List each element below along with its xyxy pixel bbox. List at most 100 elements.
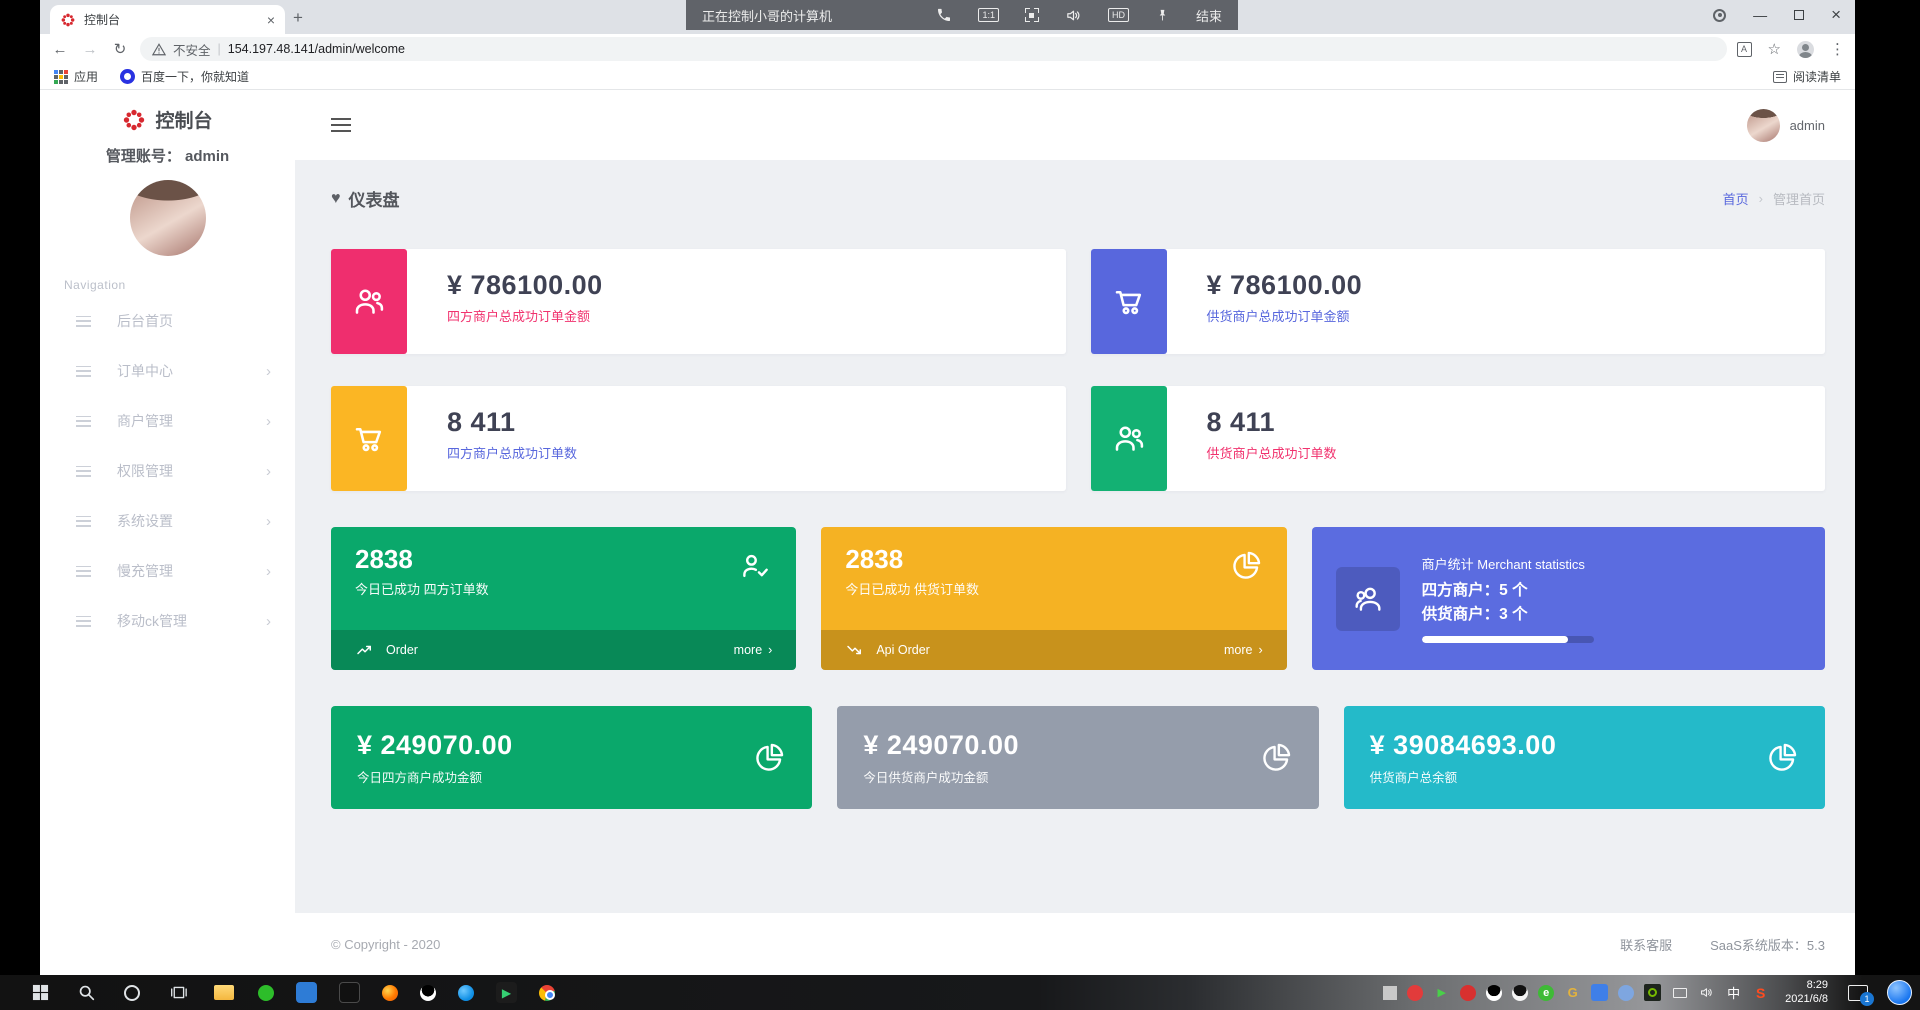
ratio-1to1-icon[interactable]: 1:1 xyxy=(978,8,999,22)
task-view-icon[interactable] xyxy=(166,981,190,1005)
search-icon[interactable] xyxy=(74,981,98,1005)
chevron-right-icon: › xyxy=(768,643,773,657)
chrome-icon[interactable] xyxy=(539,984,555,1001)
stat-label: 四方商户总成功订单数 xyxy=(447,446,578,461)
reload-icon[interactable]: ↻ xyxy=(110,40,130,58)
player-icon[interactable]: ▶ xyxy=(496,982,517,1003)
speaker-icon[interactable] xyxy=(1065,7,1082,24)
tencent-video-icon[interactable] xyxy=(458,984,474,1001)
navbar-user[interactable]: admin xyxy=(1746,108,1825,142)
terminal-icon[interactable] xyxy=(339,982,360,1003)
sidebar-item-orders[interactable]: 订单中心 › xyxy=(40,346,295,396)
order-label: 今日已成功 四方订单数 xyxy=(355,582,489,597)
sidebar-item-permissions[interactable]: 权限管理 › xyxy=(40,446,295,496)
taskbar-clock[interactable]: 8:29 2021/6/8 xyxy=(1785,979,1828,1007)
order-label: 今日已成功 供货订单数 xyxy=(845,582,979,597)
window-minimize-button[interactable]: — xyxy=(1753,7,1767,23)
translate-icon[interactable]: A xyxy=(1736,41,1752,57)
forward-icon[interactable]: → xyxy=(80,41,100,58)
sogou-input-icon[interactable]: S xyxy=(1752,984,1769,1001)
browser-menu-icon[interactable]: ⋮ xyxy=(1830,40,1845,58)
sidebar-item-slow-recharge[interactable]: 慢充管理 › xyxy=(40,546,295,596)
clock-date: 2021/6/8 xyxy=(1785,992,1828,1005)
more-link[interactable]: more › xyxy=(734,643,773,657)
profile-icon[interactable] xyxy=(1797,40,1814,58)
not-secure-warning-icon xyxy=(152,42,166,55)
voice-call-icon[interactable] xyxy=(936,7,952,23)
list-icon xyxy=(76,565,91,577)
bookmarks-bar: 应用 百度一下，你就知道 阅读清单 xyxy=(40,64,1855,90)
desktop-screen: 控制台 × + — × 正在控制小哥的计算机 1:1 HD 结束 ← → ↻ 不… xyxy=(0,0,1920,1010)
letterbox-right xyxy=(1855,0,1920,975)
tray-app-red2-icon[interactable] xyxy=(1460,984,1477,1001)
file-explorer-icon[interactable] xyxy=(212,981,236,1005)
tray-app-blue-icon[interactable] xyxy=(1591,984,1609,1001)
chevron-right-icon: › xyxy=(266,412,271,430)
app-logo[interactable]: 控制台 xyxy=(40,90,295,133)
list-icon xyxy=(76,315,91,327)
reading-list-button[interactable]: 阅读清单 xyxy=(1772,68,1841,85)
tray-app-red-icon[interactable] xyxy=(1407,984,1424,1001)
sidebar-item-merchants[interactable]: 商户管理 › xyxy=(40,396,295,446)
pin-icon[interactable] xyxy=(1155,8,1170,23)
new-tab-button[interactable]: + xyxy=(293,8,303,28)
sidebar-item-mobile-ck[interactable]: 移动ck管理 › xyxy=(40,596,295,646)
bookmark-baidu[interactable]: 百度一下，你就知道 xyxy=(120,68,249,85)
breadcrumb-home-link[interactable]: 首页 xyxy=(1723,189,1749,208)
chevron-right-icon: › xyxy=(266,512,271,530)
back-icon[interactable]: ← xyxy=(50,41,70,58)
stat-label: 供货商户总成功订单金额 xyxy=(1206,309,1350,324)
bookmark-star-icon[interactable]: ☆ xyxy=(1768,40,1781,58)
show-hidden-icons-button[interactable] xyxy=(1383,985,1398,1000)
sifang-merchant-count: 四方商户：5 个 xyxy=(1421,582,1528,600)
ime-indicator[interactable]: 中 xyxy=(1725,984,1742,1001)
user-avatar[interactable] xyxy=(129,180,206,256)
merchant-card-title: 商户统计 Merchant statistics xyxy=(1421,557,1585,573)
start-button[interactable] xyxy=(28,981,52,1005)
browser-tab[interactable]: 控制台 × xyxy=(50,5,285,34)
cart-icon xyxy=(331,386,407,491)
tab-close-icon[interactable]: × xyxy=(267,12,275,28)
amount-value: ¥ 249070.00 xyxy=(863,729,1019,760)
hd-quality-icon[interactable]: HD xyxy=(1107,8,1129,22)
site-favicon-knot-icon xyxy=(61,13,75,26)
stat-value: 8 411 xyxy=(1206,407,1276,437)
cart-icon xyxy=(1090,249,1167,354)
amount-value: ¥ 249070.00 xyxy=(357,729,513,760)
pie-chart-icon xyxy=(1232,551,1260,579)
sidebar-item-settings[interactable]: 系统设置 › xyxy=(40,496,295,546)
breadcrumb: 首页 › 管理首页 xyxy=(1722,189,1825,208)
action-center-icon[interactable]: 1 xyxy=(1848,984,1874,1006)
bookmark-apps[interactable]: 应用 xyxy=(54,68,98,85)
end-session-button[interactable]: 结束 xyxy=(1196,6,1222,25)
tray-qq-icon[interactable] xyxy=(1486,984,1503,1001)
amount-label: 供货商户总余额 xyxy=(1369,770,1458,785)
tray-qq2-icon[interactable] xyxy=(1512,984,1529,1001)
volume-icon[interactable] xyxy=(1698,984,1715,1001)
more-link[interactable]: more › xyxy=(1224,643,1263,657)
tray-player-icon[interactable]: ▶ xyxy=(1433,984,1450,1001)
tray-browser-360-icon[interactable]: e xyxy=(1538,984,1555,1001)
window-close-button[interactable]: × xyxy=(1831,5,1841,25)
tray-camera-app-icon[interactable] xyxy=(1618,984,1635,1001)
sidebar-item-home[interactable]: 后台首页 xyxy=(40,296,295,346)
fullscreen-icon[interactable] xyxy=(1024,8,1039,22)
account-row: 管理账号： admin xyxy=(105,148,230,165)
nvidia-settings-icon[interactable] xyxy=(1644,984,1662,1001)
network-icon[interactable] xyxy=(1671,984,1688,1001)
trending-up-icon xyxy=(357,645,371,655)
sidebar-toggle-icon[interactable] xyxy=(331,117,351,121)
taskbar-app-green-icon[interactable] xyxy=(258,984,274,1001)
qq-icon[interactable] xyxy=(420,984,436,1001)
taskbar-app-blue-icon[interactable] xyxy=(296,982,317,1003)
chevron-right-icon: › xyxy=(266,562,271,580)
cortana-icon[interactable] xyxy=(120,981,144,1005)
chevron-right-icon: › xyxy=(266,462,271,480)
tray-gold-g-icon[interactable]: G xyxy=(1564,984,1581,1001)
window-maximize-button[interactable] xyxy=(1794,10,1805,20)
remote-floating-ball[interactable] xyxy=(1887,980,1912,1005)
firefox-icon[interactable] xyxy=(382,984,398,1001)
stat-card-supplier-count: 8 411 供货商户总成功订单数 xyxy=(1090,386,1825,491)
address-bar[interactable]: 不安全 | 154.197.48.141/admin/welcome xyxy=(140,37,1727,61)
contact-support-link[interactable]: 联系客服 xyxy=(1620,935,1672,954)
